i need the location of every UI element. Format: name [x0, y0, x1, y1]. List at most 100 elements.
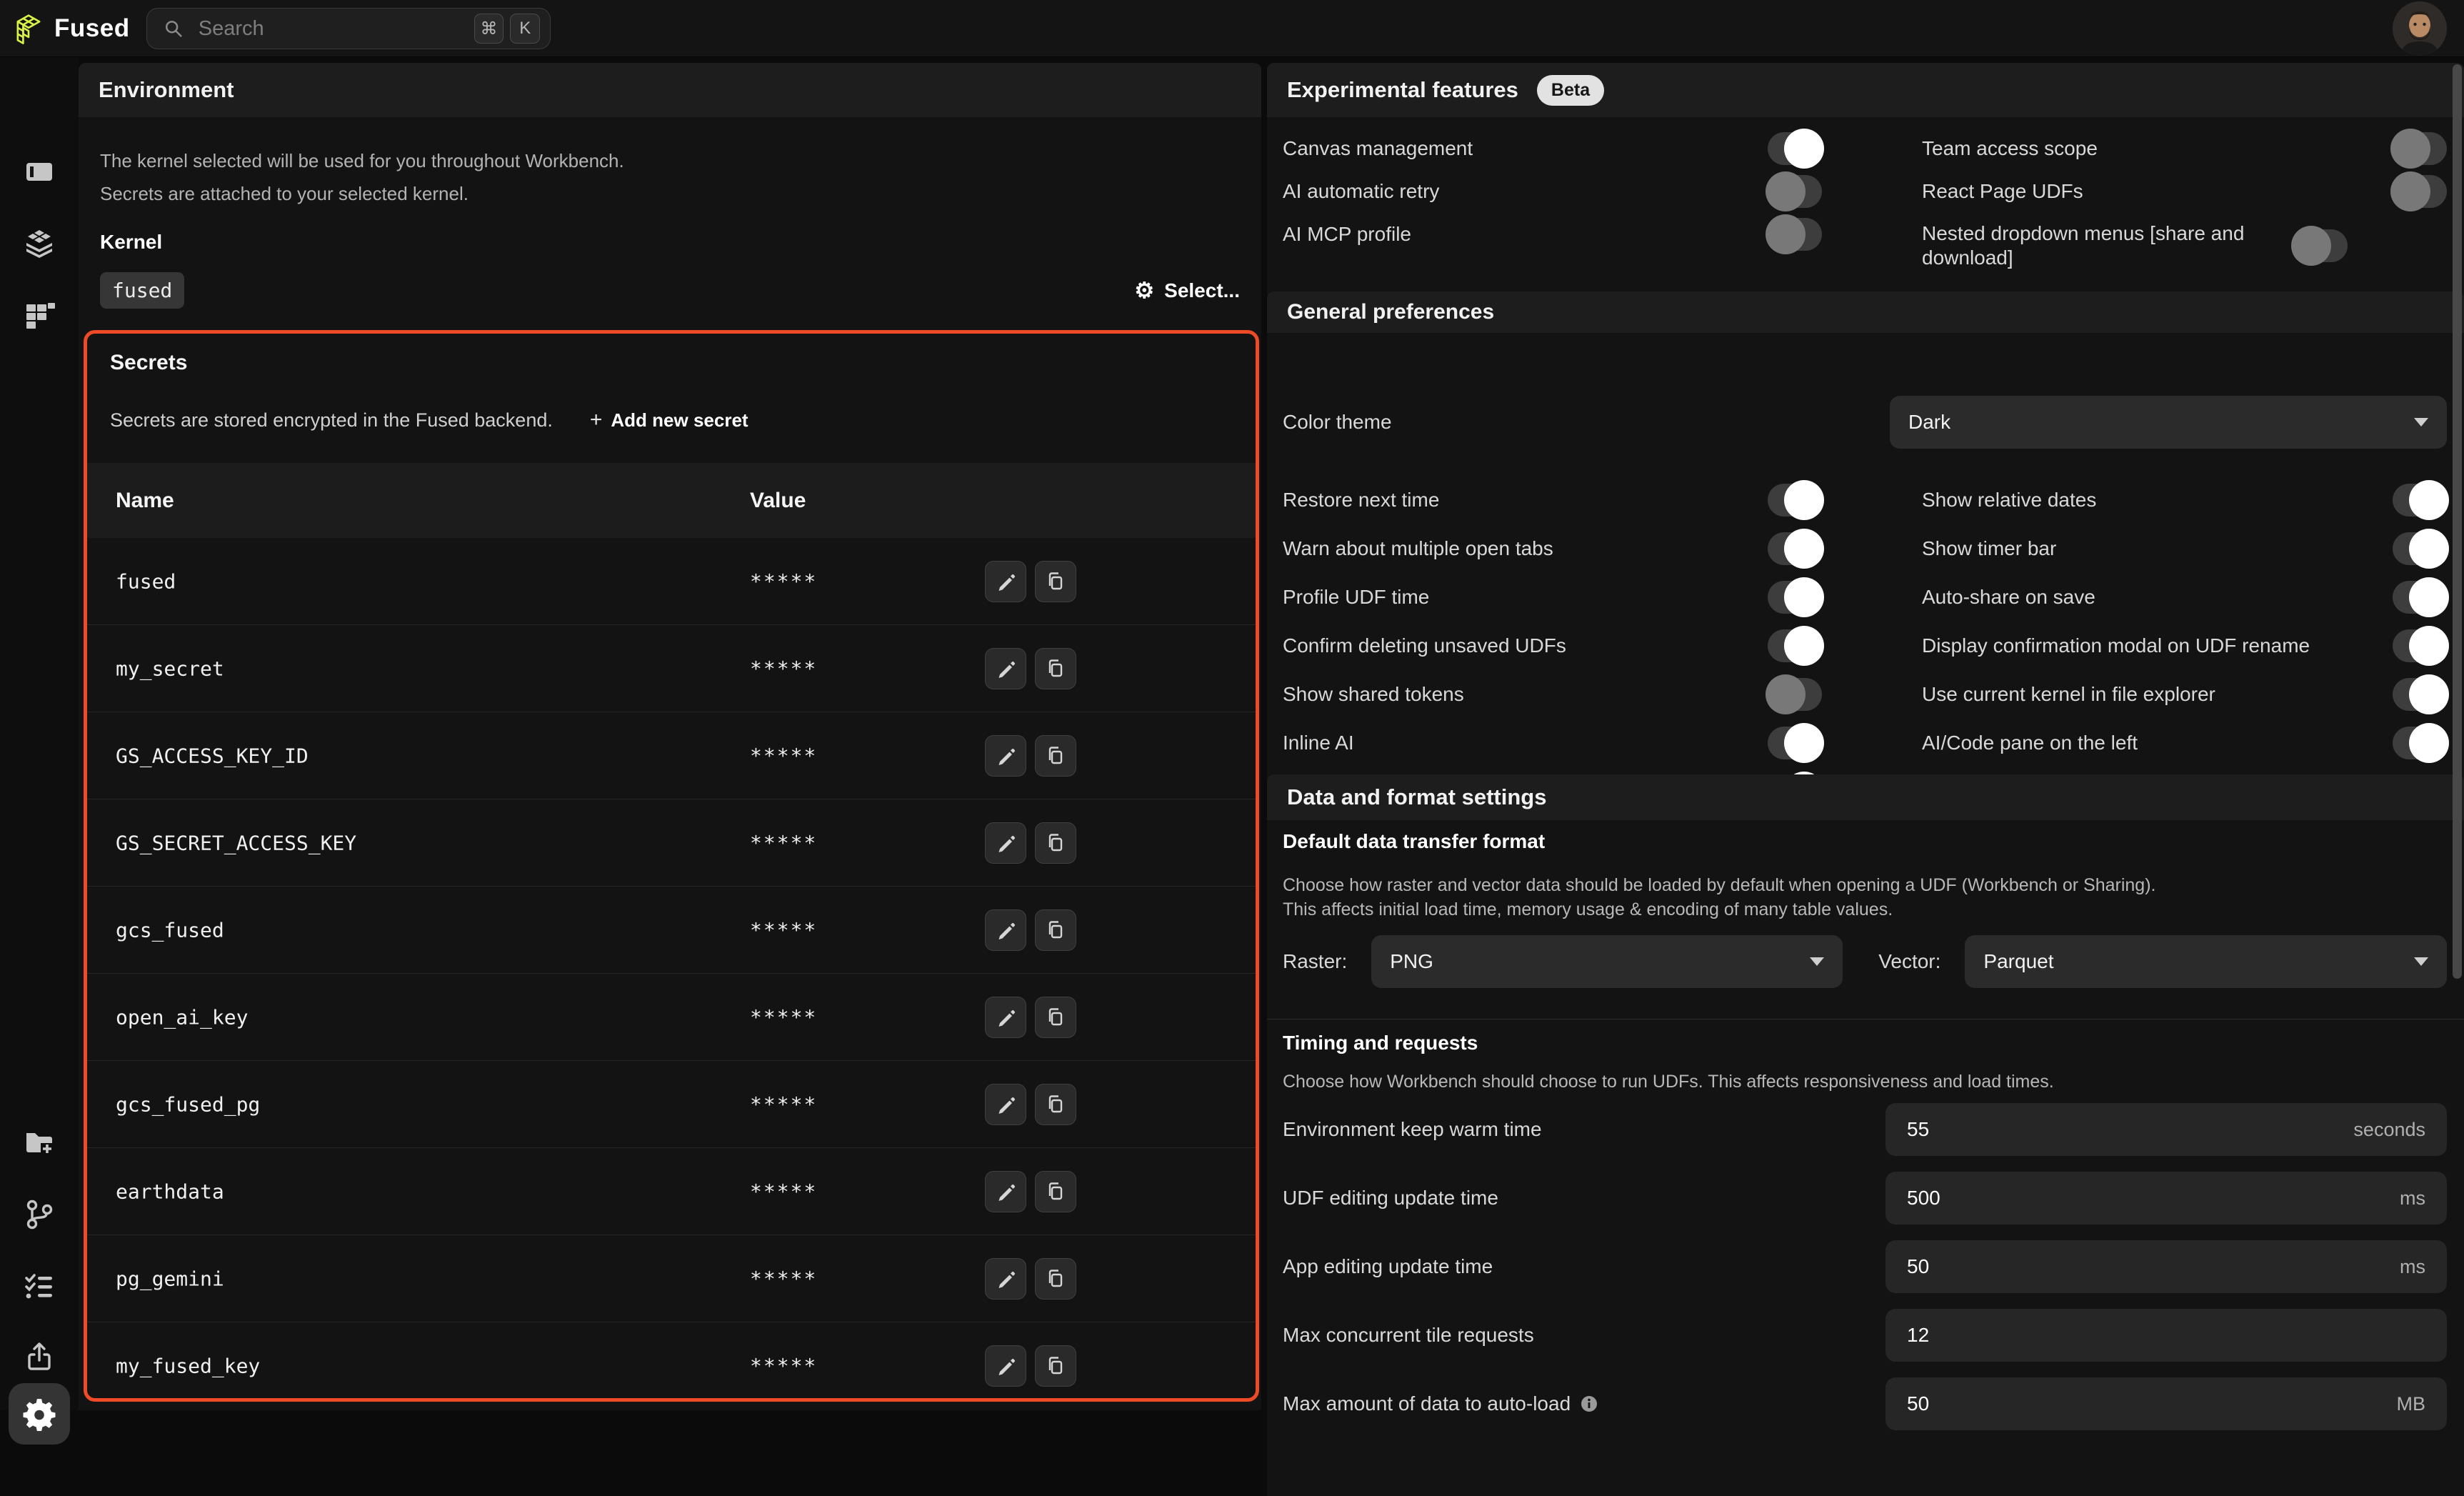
- show-relative-dates-toggle[interactable]: [2393, 484, 2447, 517]
- color-theme-dropdown[interactable]: Dark: [1890, 396, 2447, 449]
- max-tile-requests-input: [1885, 1309, 2447, 1362]
- restore-next-time-toggle[interactable]: [1768, 484, 1822, 517]
- chevron-down-icon: [2414, 957, 2428, 966]
- toggle-label: Canvas management: [1283, 136, 1768, 161]
- toggle-label: Show shared tokens: [1283, 682, 1768, 707]
- user-avatar[interactable]: [2393, 1, 2447, 56]
- table-row: my_secret *****: [87, 625, 1256, 712]
- pencil-icon: [995, 1355, 1016, 1377]
- max-autoload-data-input: MB: [1885, 1377, 2447, 1430]
- number-input[interactable]: [1907, 1118, 2218, 1141]
- add-new-secret-button[interactable]: + Add new secret: [590, 408, 748, 432]
- inline-ai-toggle[interactable]: [1768, 727, 1822, 759]
- kernel-value-chip[interactable]: fused: [100, 272, 184, 309]
- auto-share-on-save-toggle[interactable]: [2393, 581, 2447, 614]
- confirm-deleting-unsaved-udfs-toggle[interactable]: [1768, 629, 1822, 662]
- environment-title: Environment: [99, 77, 234, 103]
- toggle-label: AI MCP profile: [1283, 222, 1768, 246]
- copy-secret-button[interactable]: [1035, 822, 1076, 864]
- sidebar-item-new-folder[interactable]: [22, 1125, 56, 1159]
- color-theme-label: Color theme: [1283, 411, 1392, 434]
- default-transfer-format-subtitle: Default data transfer format: [1283, 830, 1545, 853]
- confirmation-modal-udf-rename-toggle[interactable]: [2393, 629, 2447, 662]
- edit-secret-button[interactable]: [985, 1258, 1026, 1300]
- copy-secret-button[interactable]: [1035, 1258, 1076, 1300]
- copy-secret-button[interactable]: [1035, 648, 1076, 689]
- color-theme-value: Dark: [1908, 411, 1950, 434]
- team-access-scope-toggle[interactable]: [2393, 132, 2447, 165]
- search-bar[interactable]: ⌘ K: [146, 8, 551, 49]
- setting-row: UDF editing update time ms: [1267, 1172, 2464, 1225]
- setting-row: Max concurrent tile requests: [1267, 1309, 2464, 1362]
- gear-icon: ⚙: [1134, 279, 1154, 301]
- profile-udf-time-toggle[interactable]: [1768, 581, 1822, 614]
- column-header-value: Value: [750, 489, 806, 513]
- number-input[interactable]: [1907, 1324, 2218, 1347]
- edit-secret-button[interactable]: [985, 735, 1026, 777]
- edit-secret-button[interactable]: [985, 1084, 1026, 1125]
- beta-badge: Beta: [1537, 75, 1604, 106]
- nested-dropdown-menus-toggle[interactable]: [2293, 229, 2348, 262]
- copy-icon: [1045, 1355, 1066, 1377]
- ai-code-pane-left-toggle[interactable]: [2393, 727, 2447, 759]
- show-timer-bar-toggle[interactable]: [2393, 532, 2447, 565]
- secret-masked-value: *****: [750, 1267, 817, 1290]
- table-row: open_ai_key *****: [87, 974, 1256, 1061]
- warn-multiple-tabs-toggle[interactable]: [1768, 532, 1822, 565]
- raster-label: Raster:: [1283, 950, 1347, 973]
- sidebar-item-share[interactable]: [22, 1340, 56, 1375]
- field-label: UDF editing update time: [1283, 1187, 1498, 1210]
- copy-secret-button[interactable]: [1035, 561, 1076, 602]
- copy-secret-button[interactable]: [1035, 997, 1076, 1038]
- number-input[interactable]: [1907, 1255, 2218, 1278]
- ai-automatic-retry-toggle[interactable]: [1768, 175, 1822, 208]
- raster-format-dropdown[interactable]: PNG: [1371, 935, 1843, 988]
- edit-secret-button[interactable]: [985, 997, 1026, 1038]
- info-icon[interactable]: [1579, 1394, 1599, 1414]
- copy-secret-button[interactable]: [1035, 909, 1076, 951]
- toggle-label: Warn about multiple open tabs: [1283, 537, 1768, 561]
- show-shared-tokens-toggle[interactable]: [1768, 678, 1822, 711]
- vector-format-dropdown[interactable]: Parquet: [1965, 935, 2447, 988]
- secret-masked-value: *****: [750, 744, 817, 767]
- use-current-kernel-file-explorer-toggle[interactable]: [2393, 678, 2447, 711]
- sidebar-item-tasks[interactable]: [22, 1269, 56, 1303]
- number-input[interactable]: [1907, 1187, 2218, 1210]
- keep-warm-time-input: seconds: [1885, 1103, 2447, 1156]
- sidebar-item-editor[interactable]: [22, 154, 56, 189]
- react-page-udfs-toggle[interactable]: [2393, 175, 2447, 208]
- copy-icon: [1045, 745, 1066, 767]
- timing-requests-description: Choose how Workbench should choose to ru…: [1283, 1072, 2054, 1092]
- number-input[interactable]: [1907, 1392, 2218, 1415]
- general-preferences-body: Color theme Dark Restore next time Warn …: [1267, 333, 2464, 826]
- copy-secret-button[interactable]: [1035, 1345, 1076, 1387]
- brand-title: Fused: [54, 0, 130, 57]
- secret-masked-value: *****: [750, 1005, 817, 1029]
- copy-secret-button[interactable]: [1035, 1171, 1076, 1212]
- sidebar-item-git[interactable]: [22, 1197, 56, 1232]
- edit-secret-button[interactable]: [985, 561, 1026, 602]
- edit-secret-button[interactable]: [985, 1171, 1026, 1212]
- sidebar-item-settings[interactable]: [9, 1383, 70, 1445]
- secrets-section: Secrets Secrets are stored encrypted in …: [84, 330, 1259, 1402]
- edit-secret-button[interactable]: [985, 648, 1026, 689]
- kernel-select-button[interactable]: ⚙ Select...: [1134, 279, 1240, 302]
- edit-secret-button[interactable]: [985, 822, 1026, 864]
- secret-name: gcs_fused: [116, 918, 224, 942]
- canvas-management-toggle[interactable]: [1768, 132, 1822, 165]
- sidebar-item-layers[interactable]: [22, 227, 56, 261]
- sidebar-item-apps[interactable]: [22, 299, 56, 333]
- vertical-scrollbar-thumb[interactable]: [2453, 64, 2462, 979]
- edit-secret-button[interactable]: [985, 1345, 1026, 1387]
- edit-secret-button[interactable]: [985, 909, 1026, 951]
- copy-secret-button[interactable]: [1035, 735, 1076, 777]
- left-icon-rail: [0, 57, 79, 1410]
- copy-secret-button[interactable]: [1035, 1084, 1076, 1125]
- experimental-features-header: Experimental features Beta: [1267, 63, 2464, 117]
- pencil-icon: [995, 745, 1016, 767]
- search-input[interactable]: [199, 17, 468, 41]
- secrets-table-body: fused ***** my_secret ***** GS_ACCESS_KE…: [87, 538, 1256, 1402]
- ai-mcp-profile-toggle[interactable]: [1768, 218, 1822, 251]
- data-format-header: Data and format settings: [1267, 774, 2464, 820]
- secret-name: fused: [116, 569, 176, 593]
